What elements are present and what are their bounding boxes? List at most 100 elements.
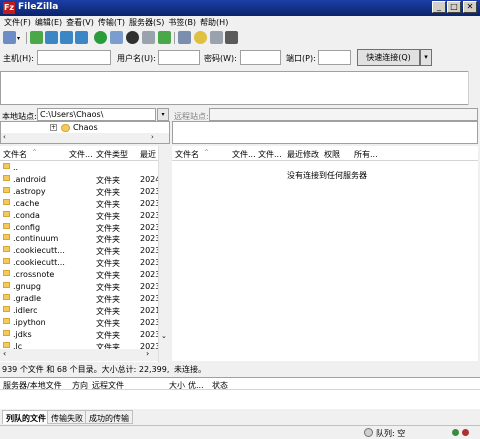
tab-queued-files[interactable]: 列队的文件 bbox=[2, 410, 50, 424]
file-row[interactable]: .config 文件夹 2023 bbox=[0, 221, 158, 233]
column-filename[interactable]: 文件名 bbox=[3, 149, 27, 160]
file-row[interactable]: .cookiecutt... 文件夹 2023 bbox=[0, 244, 158, 256]
file-row[interactable]: .android 文件夹 2024 bbox=[0, 173, 158, 185]
file-name: .astropy bbox=[13, 186, 46, 196]
menu-edit[interactable]: 编辑(E) bbox=[33, 16, 64, 30]
scroll-right-icon[interactable]: › bbox=[146, 349, 149, 358]
file-row[interactable]: .astropy 文件夹 2023 bbox=[0, 185, 158, 197]
close-button[interactable]: ✕ bbox=[463, 1, 477, 13]
file-row[interactable]: .continuum 文件夹 2023 bbox=[0, 232, 158, 244]
tab-failed-transfers[interactable]: 传输失败 bbox=[47, 410, 87, 424]
refresh-icon[interactable] bbox=[94, 31, 107, 44]
local-site-dropdown-icon[interactable]: ▾ bbox=[157, 108, 169, 121]
local-tree-toggle-icon[interactable] bbox=[45, 31, 58, 44]
file-row[interactable]: .gradle 文件夹 2023 bbox=[0, 292, 158, 304]
folder-icon bbox=[3, 282, 10, 288]
username-input[interactable] bbox=[158, 50, 200, 65]
minimize-button[interactable]: _ bbox=[432, 1, 446, 13]
directory-comparison-icon[interactable] bbox=[194, 31, 207, 44]
column-filetype[interactable]: 文件类型 bbox=[96, 149, 128, 160]
maximize-button[interactable]: □ bbox=[447, 1, 461, 13]
folder-icon bbox=[3, 186, 10, 193]
column-filesize[interactable]: 文件... bbox=[69, 149, 93, 160]
tree-item-label[interactable]: Chaos bbox=[73, 123, 98, 132]
log-scrollbar[interactable] bbox=[468, 71, 478, 105]
window-title: FileZilla bbox=[18, 2, 59, 12]
download-activity-icon bbox=[462, 429, 469, 436]
port-input[interactable] bbox=[318, 50, 351, 65]
site-manager-dropdown-icon[interactable]: ▾ bbox=[17, 35, 20, 42]
menu-view[interactable]: 查看(V) bbox=[64, 16, 96, 30]
scroll-left-icon[interactable]: ‹ bbox=[3, 133, 6, 141]
file-modified: 2023 bbox=[140, 210, 158, 220]
column-filetype[interactable]: 文件... bbox=[258, 149, 282, 160]
transfer-queue-toggle-icon[interactable] bbox=[75, 31, 88, 44]
tree-expand-icon[interactable]: + bbox=[50, 124, 57, 131]
remote-list-header: 文件名 ^ 文件... 文件... 最近修改 权限 所有... bbox=[172, 146, 478, 161]
tab-successful-transfers[interactable]: 成功的传输 bbox=[85, 410, 133, 424]
column-modified[interactable]: 最近修改 bbox=[287, 149, 319, 160]
site-manager-icon[interactable] bbox=[3, 31, 16, 44]
folder-icon bbox=[3, 246, 10, 253]
column-modified[interactable]: 最近 bbox=[140, 149, 156, 160]
file-name: .continuum bbox=[13, 234, 59, 244]
file-modified: 2023 bbox=[140, 246, 158, 256]
local-file-list[interactable]: .. .android 文件夹 2024 .astropy 文件夹 2023 .cache 文件… bbox=[0, 161, 158, 363]
menu-help[interactable]: 帮助(H) bbox=[198, 16, 230, 30]
disconnect-icon[interactable] bbox=[142, 31, 155, 44]
column-filesize[interactable]: 文件... bbox=[232, 149, 256, 160]
password-input[interactable] bbox=[240, 50, 281, 65]
scroll-right-icon[interactable]: › bbox=[151, 133, 154, 141]
file-name: .gradle bbox=[13, 293, 42, 303]
remote-site-path-input[interactable] bbox=[209, 108, 478, 121]
column-permissions[interactable]: 权限 bbox=[324, 149, 340, 160]
message-log[interactable] bbox=[0, 71, 478, 105]
queue-status-text: 队列: 空 bbox=[376, 429, 406, 438]
cancel-operation-icon[interactable] bbox=[126, 31, 139, 44]
transfer-queue-list[interactable] bbox=[0, 390, 480, 409]
scroll-down-icon[interactable]: ⌄ bbox=[161, 332, 167, 340]
folder-icon bbox=[3, 198, 10, 205]
user-folder-icon bbox=[61, 124, 70, 132]
column-filename[interactable]: 文件名 bbox=[175, 149, 199, 160]
file-row[interactable]: .ipython 文件夹 2023 bbox=[0, 316, 158, 328]
local-list-vertical-scrollbar[interactable]: ⌄ bbox=[158, 146, 170, 363]
file-row[interactable]: .gnupg 文件夹 2023 bbox=[0, 280, 158, 292]
local-directory-tree[interactable]: + Chaos ‹ › bbox=[0, 121, 170, 144]
menu-file[interactable]: 文件(F) bbox=[2, 16, 33, 30]
sort-ascending-icon: ^ bbox=[204, 149, 210, 156]
file-row[interactable]: .conda 文件夹 2023 bbox=[0, 209, 158, 221]
remote-file-list[interactable]: 没有连接到任何服务器 bbox=[172, 161, 478, 361]
folder-icon bbox=[3, 329, 10, 336]
file-row[interactable]: .idlerc 文件夹 2021 bbox=[0, 304, 158, 316]
process-queue-icon[interactable] bbox=[110, 31, 123, 44]
message-log-toggle-icon[interactable] bbox=[30, 31, 43, 44]
remote-directory-tree[interactable] bbox=[172, 121, 478, 144]
tree-horizontal-scrollbar[interactable]: ‹ › bbox=[1, 133, 169, 143]
file-row[interactable]: .crossnote 文件夹 2023 bbox=[0, 268, 158, 280]
local-site-path-input[interactable]: C:\Users\Chaos\ bbox=[37, 108, 156, 121]
host-input[interactable] bbox=[37, 50, 111, 65]
file-name: .gnupg bbox=[13, 282, 41, 291]
file-row[interactable]: .jdks 文件夹 2023 bbox=[0, 328, 158, 340]
file-row[interactable]: .cache 文件夹 2023 bbox=[0, 197, 158, 209]
local-list-horizontal-scrollbar[interactable]: ‹ › bbox=[0, 349, 158, 361]
file-row[interactable]: .. bbox=[0, 161, 158, 173]
sync-browsing-icon[interactable] bbox=[210, 31, 223, 44]
file-row[interactable]: .cookiecutt... 文件夹 2023 bbox=[0, 256, 158, 268]
reconnect-icon[interactable] bbox=[158, 31, 171, 44]
toolbar-separator bbox=[26, 32, 27, 44]
remote-tree-toggle-icon[interactable] bbox=[60, 31, 73, 44]
menu-server[interactable]: 服务器(S) bbox=[127, 16, 166, 30]
scroll-left-icon[interactable]: ‹ bbox=[3, 349, 6, 358]
quickconnect-history-dropdown[interactable]: ▾ bbox=[420, 49, 432, 66]
quickconnect-button[interactable]: 快速连接(Q) bbox=[357, 49, 420, 66]
file-modified: 2023 bbox=[140, 234, 158, 244]
menu-transfer[interactable]: 传输(T) bbox=[96, 16, 127, 30]
menu-bookmarks[interactable]: 书签(B) bbox=[166, 16, 198, 30]
search-remote-files-icon[interactable] bbox=[225, 31, 238, 44]
directory-listing-filter-icon[interactable] bbox=[178, 31, 191, 44]
folder-icon bbox=[3, 317, 10, 324]
file-modified: 2024 bbox=[140, 174, 158, 184]
column-owner[interactable]: 所有... bbox=[354, 149, 378, 160]
